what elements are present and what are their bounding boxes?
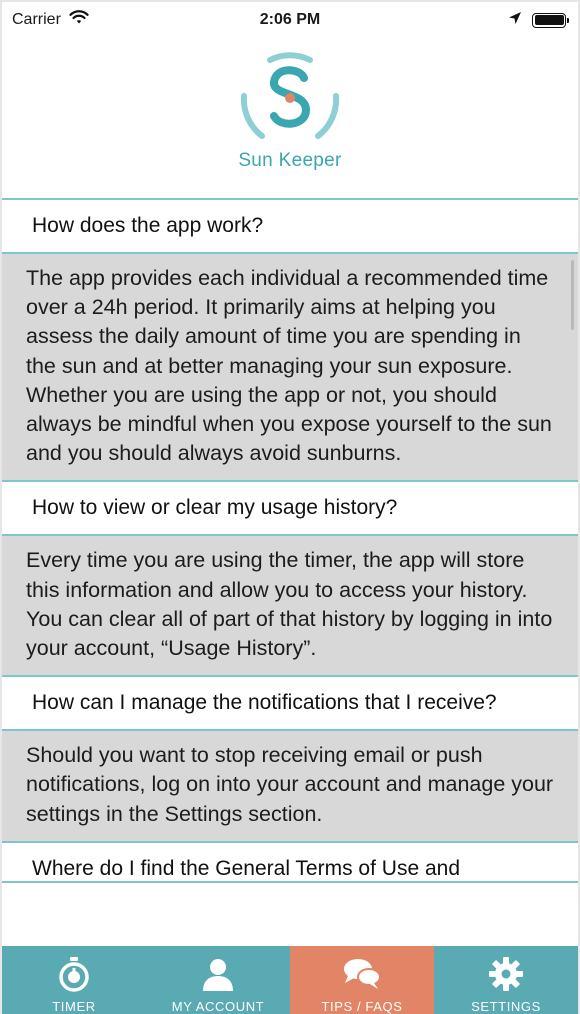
location-arrow-icon xyxy=(508,11,522,30)
battery-icon xyxy=(532,12,569,28)
tab-label: MY ACCOUNT xyxy=(171,999,265,1014)
status-right xyxy=(508,11,569,30)
faq-list[interactable]: How does the app work? The app provides … xyxy=(2,200,578,946)
tab-label: TIMER xyxy=(52,999,96,1014)
app-header: Sun Keeper xyxy=(2,38,578,200)
status-left: Carrier xyxy=(12,10,89,30)
gear-icon xyxy=(486,954,526,994)
faq-question[interactable]: Where do I find the General Terms of Use… xyxy=(2,842,578,883)
stopwatch-icon xyxy=(54,954,94,994)
tab-tips-faqs[interactable]: TIPS / FAQS xyxy=(290,946,434,1014)
tab-bar: TIMER MY ACCOUNT TIPS / FAQS SETTINGS xyxy=(2,946,578,1014)
faq-question[interactable]: How does the app work? xyxy=(2,200,578,254)
faq-question[interactable]: How to view or clear my usage history? xyxy=(2,482,578,537)
tab-settings[interactable]: SETTINGS xyxy=(434,946,578,1014)
status-bar: Carrier 2:06 PM xyxy=(2,2,578,38)
app-name: Sun Keeper xyxy=(238,150,342,171)
tab-timer[interactable]: TIMER xyxy=(2,946,146,1014)
tab-label: TIPS / FAQS xyxy=(321,999,403,1014)
faq-answer: Every time you are using the timer, the … xyxy=(2,536,578,678)
sun-keeper-logo-icon xyxy=(232,46,348,150)
app-screen: Carrier 2:06 PM Sun Keeper How does the … xyxy=(0,0,580,1014)
scrollbar[interactable] xyxy=(571,260,574,330)
user-icon xyxy=(198,954,238,994)
carrier-label: Carrier xyxy=(12,11,61,28)
faq-answer: Should you want to stop receiving email … xyxy=(2,731,578,843)
faq-answer: The app provides each individual a recom… xyxy=(2,254,578,483)
tab-label: SETTINGS xyxy=(471,999,541,1014)
chat-bubbles-icon xyxy=(342,954,382,994)
wifi-icon xyxy=(69,10,89,30)
faq-question[interactable]: How can I manage the notifications that … xyxy=(2,677,578,732)
tab-my-account[interactable]: MY ACCOUNT xyxy=(146,946,290,1014)
